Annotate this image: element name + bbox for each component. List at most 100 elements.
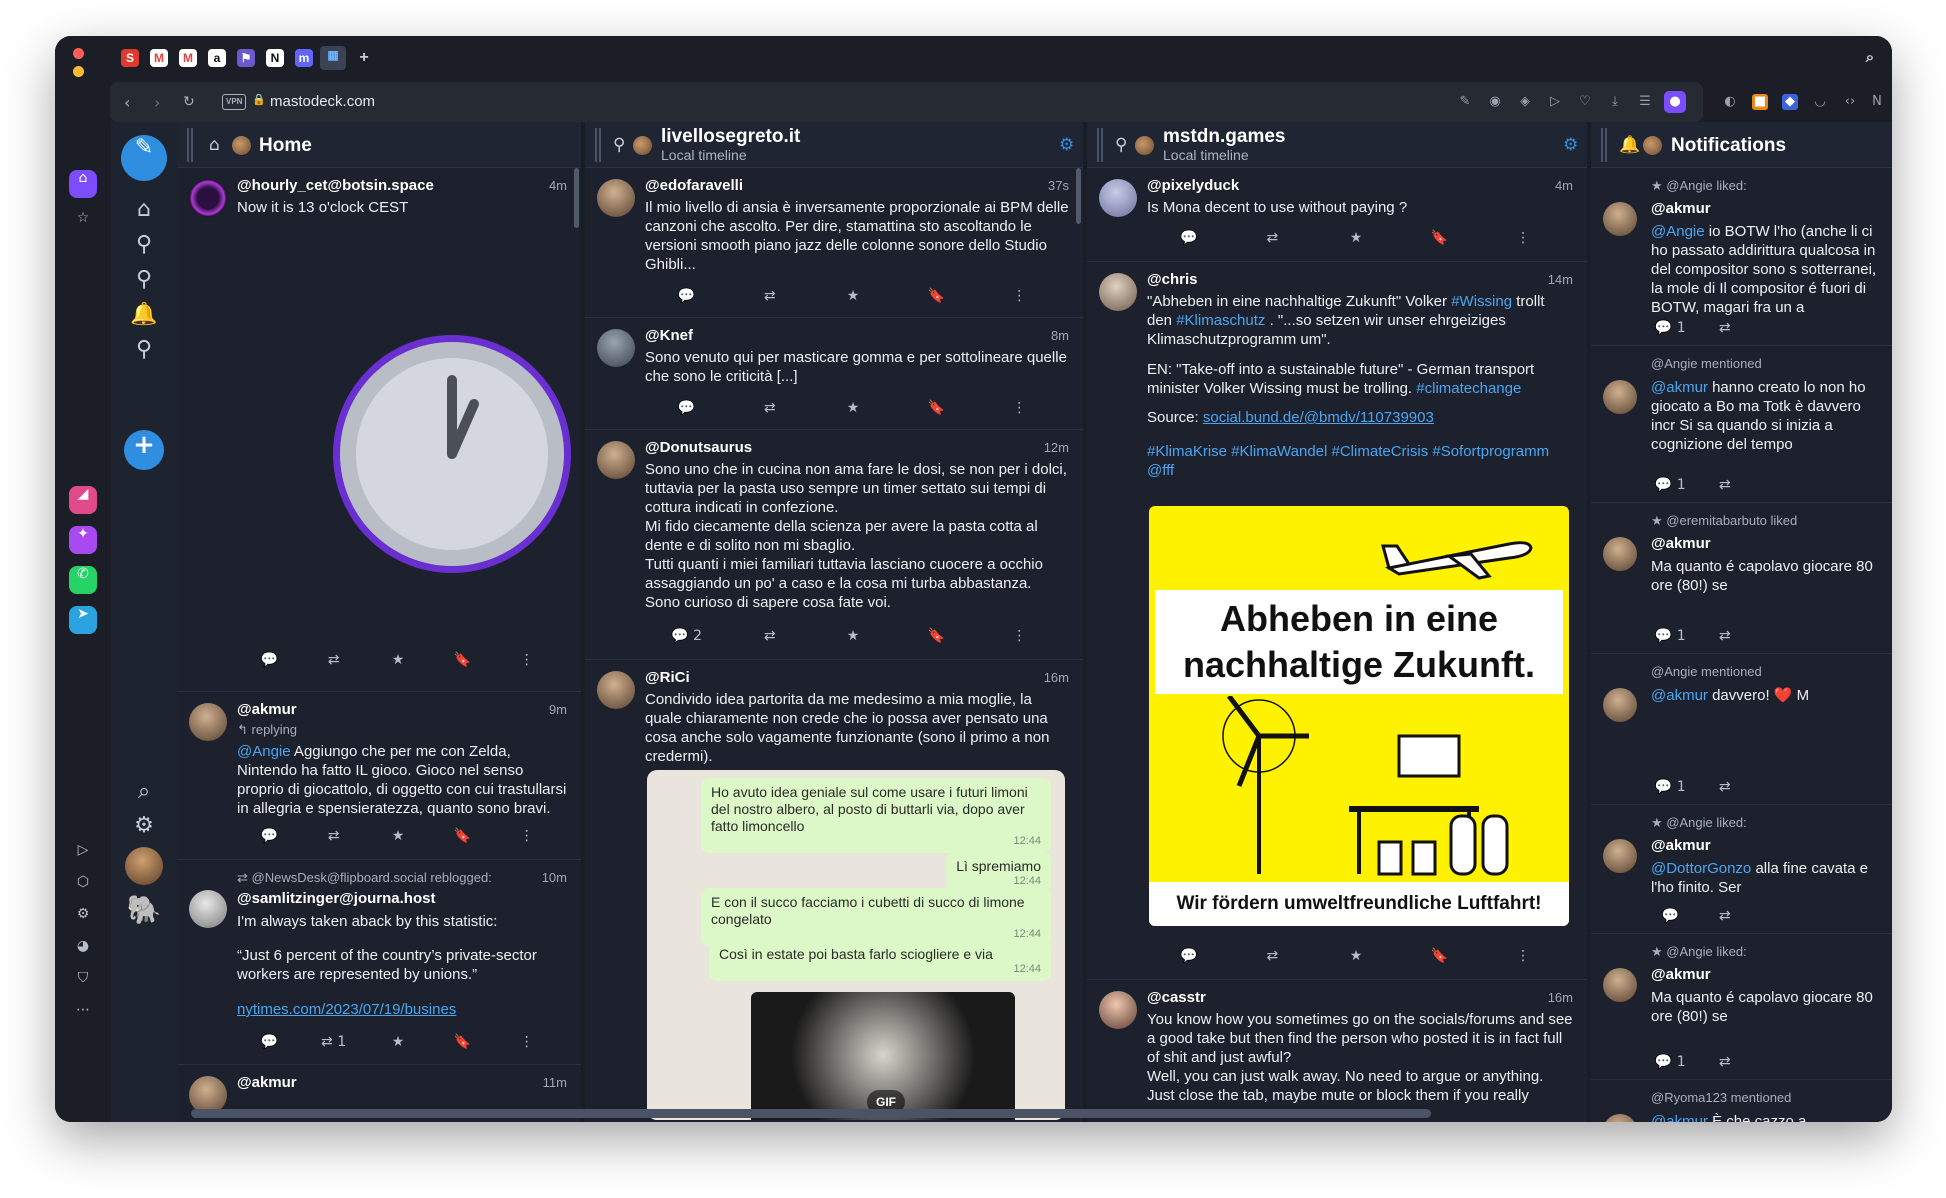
avatar[interactable]: [1603, 968, 1637, 1002]
scrollbar[interactable]: [1076, 168, 1081, 224]
avatar[interactable]: [189, 890, 227, 928]
settings-icon[interactable]: ⚙: [1059, 135, 1074, 155]
bookmark-icon[interactable]: 🔖: [916, 288, 956, 308]
edit-icon[interactable]: ✎: [1457, 94, 1473, 110]
avatar[interactable]: [189, 703, 227, 741]
bookmark-icon[interactable]: 🔖: [916, 628, 956, 648]
avatar[interactable]: [1603, 839, 1637, 873]
avatar[interactable]: [189, 179, 227, 217]
post-author[interactable]: @samlitzinger@journa.host: [237, 890, 435, 907]
vpn-badge[interactable]: VPN: [222, 94, 247, 110]
reply-icon[interactable]: 💬 2: [667, 628, 707, 648]
avatar[interactable]: [1099, 991, 1137, 1029]
post[interactable]: @edofaravelli 37s Il mio livello di ansi…: [585, 168, 1083, 318]
bookmark-icon[interactable]: 🔖: [442, 1034, 482, 1054]
messenger-icon[interactable]: ✦: [69, 526, 97, 554]
more-icon[interactable]: ⋮: [507, 1034, 547, 1054]
boost-icon[interactable]: ⇄: [1705, 908, 1745, 928]
camera-icon[interactable]: ◉: [1487, 94, 1503, 110]
boost-icon[interactable]: ⇄: [1252, 230, 1292, 250]
extension-icon[interactable]: ■: [1752, 94, 1768, 110]
gmail-tab-icon[interactable]: M: [150, 49, 168, 67]
url-text[interactable]: mastodeck.com: [270, 93, 375, 110]
new-tab-icon[interactable]: +: [355, 49, 373, 67]
notification-item[interactable]: ★ @Angie liked: @akmur Ma quanto é capolav…: [1591, 934, 1892, 1080]
post[interactable]: @casstr 16m You know how you sometimes g…: [1087, 980, 1587, 1122]
boost-icon[interactable]: ⇄ 1: [314, 1034, 354, 1054]
heart-icon[interactable]: ♡: [1577, 94, 1593, 110]
settings-icon[interactable]: ⚙: [69, 906, 97, 934]
compose-button[interactable]: ✎: [121, 135, 167, 181]
post[interactable]: @hourly_cet@botsin.space 4m Now it is 13…: [177, 168, 581, 692]
favourite-icon[interactable]: ★: [833, 288, 873, 308]
post[interactable]: @chris 14m "Abheben in eine nachhaltige …: [1087, 262, 1587, 980]
pocket-icon[interactable]: ◡: [1812, 94, 1828, 110]
reply-icon[interactable]: 💬 1: [1650, 320, 1690, 340]
hashtag-link[interactable]: #climatechange: [1416, 380, 1521, 397]
amazon-tab-icon[interactable]: a: [208, 49, 226, 67]
more-icon[interactable]: ⋮: [507, 652, 547, 672]
drag-handle[interactable]: [595, 128, 601, 162]
more-icon[interactable]: ⋮: [1503, 230, 1543, 250]
reply-icon[interactable]: 💬: [249, 1034, 289, 1054]
bookmark-icon[interactable]: 🔖: [916, 400, 956, 420]
post-image[interactable]: Abheben in eine nachhaltige Zukunft. Wir…: [1149, 506, 1569, 926]
favourite-icon[interactable]: ★: [833, 400, 873, 420]
boost-icon[interactable]: ⇄: [750, 400, 790, 420]
post-author[interactable]: @casstr: [1147, 989, 1206, 1006]
post-author[interactable]: @Knef: [645, 327, 693, 344]
add-column-button[interactable]: +: [124, 430, 164, 470]
reply-icon[interactable]: 💬 1: [1650, 1054, 1690, 1074]
post[interactable]: @pixelyduck 4m Is Mona decent to use wit…: [1087, 168, 1587, 262]
boost-icon[interactable]: ⇄: [750, 288, 790, 308]
reply-icon[interactable]: 💬 1: [1650, 779, 1690, 799]
post[interactable]: ⇄ @NewsDesk@flipboard.social reblogged: …: [177, 860, 581, 1065]
forward-icon[interactable]: ›: [154, 93, 160, 112]
gif-image[interactable]: GIF: [751, 992, 1015, 1120]
post-author[interactable]: @akmur: [1651, 837, 1711, 854]
mention-link[interactable]: @akmur: [1651, 379, 1708, 396]
clock-image[interactable]: [330, 332, 574, 576]
more-icon[interactable]: ⋮: [1503, 948, 1543, 968]
reply-icon[interactable]: 💬 1: [1650, 477, 1690, 497]
post[interactable]: @Knef 8m Sono venuto qui per masticare g…: [585, 318, 1083, 430]
settings-icon[interactable]: ⚙: [1563, 135, 1578, 155]
favourite-icon[interactable]: ★: [1336, 230, 1376, 250]
post-author[interactable]: @chris: [1147, 271, 1197, 288]
bookmark-icon[interactable]: 🔖: [1420, 948, 1460, 968]
boost-icon[interactable]: ⇄: [1252, 948, 1292, 968]
post-author[interactable]: @akmur: [237, 701, 297, 718]
post-author[interactable]: @Donutsaurus: [645, 439, 752, 456]
bookmark-icon[interactable]: 🔖: [442, 652, 482, 672]
reply-icon[interactable]: 💬: [249, 652, 289, 672]
chat-screenshot[interactable]: Ho avuto idea geniale sul come usare i f…: [647, 770, 1065, 1120]
boost-icon[interactable]: ⇄: [314, 828, 354, 848]
post-author[interactable]: @RiCi: [645, 669, 690, 686]
avatar[interactable]: [597, 179, 635, 217]
avatar[interactable]: [1099, 179, 1137, 217]
hashtag-link[interactable]: #Klimaschutz: [1176, 312, 1265, 329]
post-author[interactable]: @akmur: [1651, 200, 1711, 217]
mention-link[interactable]: @Angie: [1651, 223, 1705, 240]
drag-handle[interactable]: [1601, 128, 1607, 162]
reply-icon[interactable]: 💬 1: [1650, 628, 1690, 648]
bookmark-tab-icon[interactable]: ⚑: [237, 49, 255, 67]
avatar[interactable]: [1603, 380, 1637, 414]
boost-icon[interactable]: ⇄: [314, 652, 354, 672]
search-tabs-icon[interactable]: ⌕: [1861, 49, 1879, 67]
boost-icon[interactable]: ⇄: [1705, 1054, 1745, 1074]
boost-icon[interactable]: ⇄: [750, 628, 790, 648]
telegram-icon[interactable]: ➤: [69, 606, 97, 634]
post-link[interactable]: nytimes.com/2023/07/19/busines: [237, 1000, 567, 1019]
location-pin-icon[interactable]: ⚲: [124, 262, 164, 298]
mention-link[interactable]: @akmur: [1651, 687, 1708, 704]
avatar[interactable]: [1603, 202, 1637, 236]
chat-icon[interactable]: ◕: [69, 938, 97, 966]
boost-icon[interactable]: ⇄: [1705, 779, 1745, 799]
notification-item[interactable]: ★ @Angie liked: @akmur @DottorGonzo alla f…: [1591, 805, 1892, 934]
post-author[interactable]: @hourly_cet@botsin.space: [237, 177, 434, 194]
post-author[interactable]: @akmur: [1651, 535, 1711, 552]
favourite-icon[interactable]: ★: [833, 628, 873, 648]
extension-icon[interactable]: ◆: [1782, 94, 1798, 110]
notification-item[interactable]: @Angie mentioned @akmur hanno creato lo n…: [1591, 346, 1892, 503]
